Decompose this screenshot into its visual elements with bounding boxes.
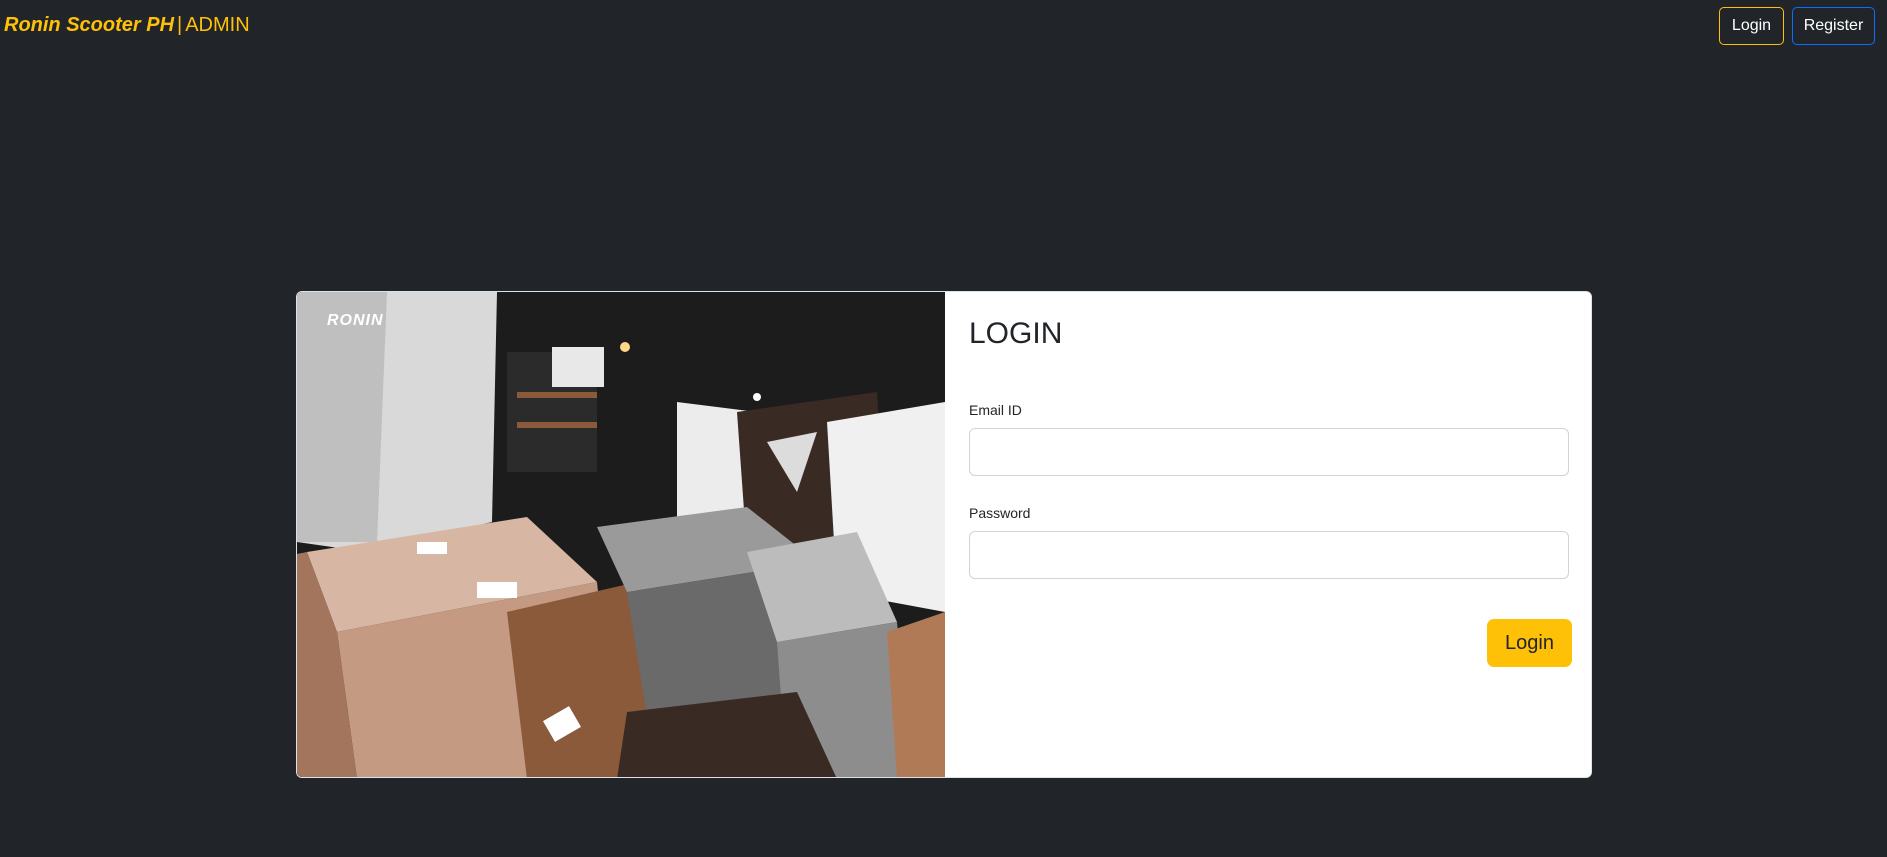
top-navbar: Ronin Scooter PH | ADMIN Login Register — [0, 0, 1887, 54]
password-label: Password — [969, 505, 1031, 521]
login-form: LOGIN Email ID Password Login — [945, 292, 1591, 777]
email-field[interactable] — [969, 428, 1569, 476]
brand-suffix: ADMIN — [185, 14, 250, 36]
nav-login-button[interactable]: Login — [1719, 7, 1784, 45]
password-field[interactable] — [969, 531, 1569, 579]
ronin-logo: RONIN — [327, 312, 384, 329]
email-label: Email ID — [969, 402, 1022, 418]
brand[interactable]: Ronin Scooter PH | ADMIN — [4, 14, 250, 37]
warehouse-photo-illustration — [297, 292, 945, 777]
brand-separator: | — [177, 14, 183, 36]
login-card: RONIN LOGIN Email ID Password Login — [296, 291, 1592, 778]
login-submit-button[interactable]: Login — [1487, 619, 1572, 667]
hero-photo: RONIN — [297, 292, 945, 777]
login-title: LOGIN — [969, 317, 1063, 350]
brand-name[interactable]: Ronin Scooter PH — [4, 14, 174, 36]
nav-register-button[interactable]: Register — [1792, 7, 1875, 45]
